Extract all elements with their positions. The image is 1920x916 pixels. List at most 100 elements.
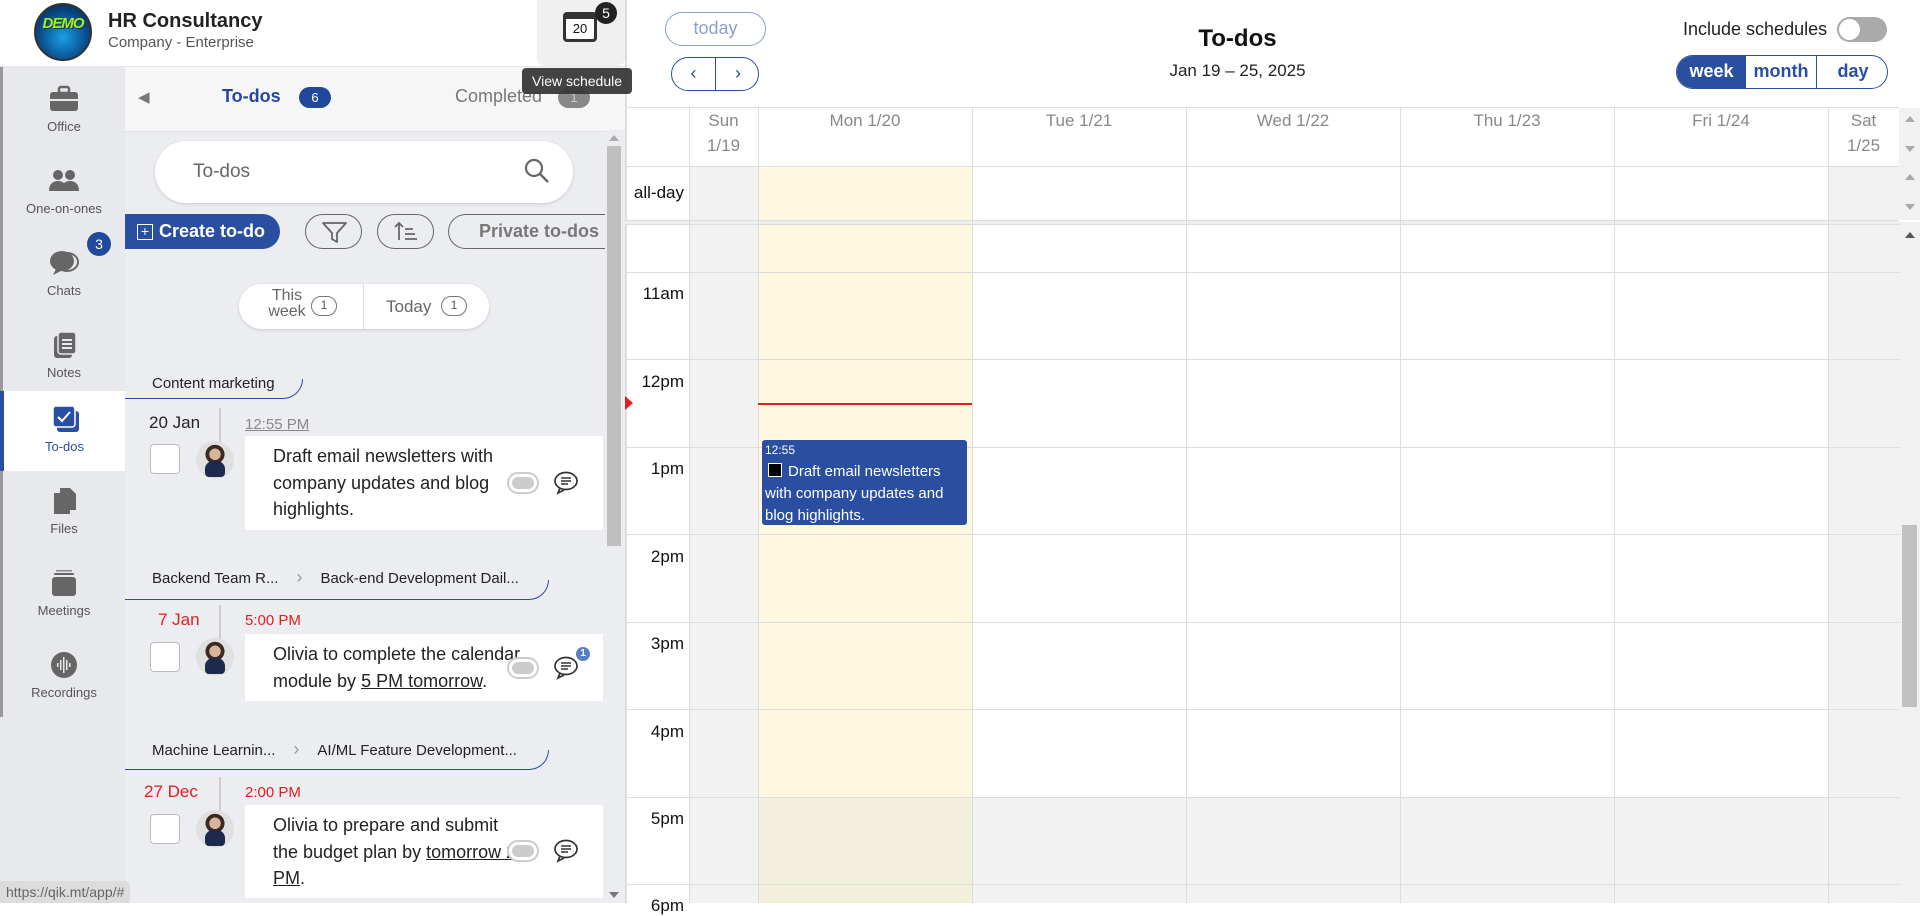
day-header-sun[interactable]: Sun 1/19 bbox=[689, 108, 758, 158]
todo-time[interactable]: 5:00 PM bbox=[245, 612, 301, 629]
comment-icon[interactable] bbox=[553, 471, 579, 495]
grid-line bbox=[1400, 107, 1401, 903]
day-header-wed[interactable]: Wed 1/22 bbox=[1186, 108, 1400, 133]
day-header-tue[interactable]: Tue 1/21 bbox=[972, 108, 1186, 133]
tab-todos[interactable]: To-dos bbox=[222, 86, 281, 107]
search-input[interactable]: To-dos bbox=[155, 141, 573, 203]
scroll-up-icon[interactable] bbox=[1905, 232, 1915, 238]
day-header-fri[interactable]: Fri 1/24 bbox=[1614, 108, 1828, 133]
avatar bbox=[196, 441, 234, 479]
private-todos-button[interactable]: Private to-dos bbox=[448, 214, 608, 249]
today-column-offhours bbox=[758, 797, 972, 903]
rail-label: Meetings bbox=[37, 603, 91, 618]
event-checkbox-icon[interactable] bbox=[768, 463, 782, 477]
create-todo-button[interactable]: + Create to-do bbox=[125, 214, 280, 249]
saturday-column bbox=[1828, 167, 1899, 903]
day-header-sat[interactable]: Sat 1/25 bbox=[1828, 108, 1899, 158]
group-name: Backend Team R... bbox=[152, 570, 279, 587]
rail-item-one-on-ones[interactable]: One-on-ones bbox=[3, 153, 125, 235]
today-label: Today bbox=[386, 297, 432, 316]
prev-week-button[interactable]: ‹ bbox=[672, 58, 716, 90]
plus-icon: + bbox=[137, 224, 153, 240]
scroll-up-icon[interactable] bbox=[609, 135, 619, 141]
list-scrollbar[interactable] bbox=[605, 130, 623, 903]
divider bbox=[219, 777, 221, 812]
hour-label: 2pm bbox=[650, 547, 684, 566]
day-header-mon[interactable]: Mon 1/20 bbox=[758, 108, 972, 133]
search-placeholder: To-dos bbox=[193, 161, 251, 182]
rail-item-todos[interactable]: To-dos bbox=[0, 391, 125, 471]
day-header-thu[interactable]: Thu 1/23 bbox=[1400, 108, 1614, 133]
calendar-date-range: Jan 19 – 25, 2025 bbox=[1169, 61, 1306, 80]
filter-button[interactable] bbox=[305, 214, 362, 249]
search-icon[interactable] bbox=[523, 157, 551, 185]
todo-text-end: . bbox=[482, 670, 488, 691]
rail-label: Notes bbox=[47, 365, 81, 380]
sort-button[interactable] bbox=[377, 214, 434, 249]
day-name: Wed 1/22 bbox=[1256, 111, 1330, 130]
rail-label: One-on-ones bbox=[26, 201, 102, 216]
rail-item-notes[interactable]: Notes bbox=[3, 317, 125, 399]
period-filter: This week 1 Today 1 bbox=[239, 284, 489, 329]
scroll-up-icon[interactable] bbox=[1905, 174, 1915, 180]
chats-badge: 3 bbox=[87, 232, 111, 256]
todo-date: 7 Jan bbox=[158, 610, 200, 629]
rail-item-files[interactable]: Files bbox=[3, 473, 125, 555]
comment-count-badge: 1 bbox=[576, 647, 590, 661]
comment-icon[interactable] bbox=[553, 839, 579, 863]
scroll-down-icon[interactable] bbox=[609, 892, 619, 898]
briefcase-icon bbox=[50, 85, 78, 111]
todo-card[interactable]: Draft email newsletters with company upd… bbox=[245, 436, 603, 530]
list-scroll-thumb[interactable] bbox=[607, 146, 621, 546]
rail-item-recordings[interactable]: Recordings bbox=[3, 637, 125, 719]
todo-time[interactable]: 2:00 PM bbox=[245, 784, 301, 801]
todo-toggle[interactable] bbox=[507, 657, 539, 679]
group-breadcrumb[interactable]: Machine Learnin... › AI/ML Feature Develop… bbox=[152, 739, 517, 760]
todo-toggle[interactable] bbox=[507, 840, 539, 862]
group-breadcrumb[interactable]: Backend Team R... › Back-end Development D… bbox=[152, 567, 519, 588]
todo-card[interactable]: Olivia to complete the calendar module b… bbox=[245, 634, 603, 701]
company-logo[interactable]: DEMO bbox=[34, 3, 92, 61]
day-name: Fri 1/24 bbox=[1692, 111, 1750, 130]
todo-time[interactable]: 12:55 PM bbox=[245, 416, 309, 433]
filter-today[interactable]: Today 1 bbox=[364, 284, 489, 329]
todo-text: Olivia to complete the calendar module b… bbox=[273, 641, 523, 694]
calendar-scrollbar[interactable] bbox=[1899, 222, 1920, 903]
hour-grid-line bbox=[625, 709, 1899, 710]
view-month-button[interactable]: month bbox=[1746, 56, 1817, 88]
include-schedules-toggle[interactable] bbox=[1837, 17, 1887, 42]
comment-icon[interactable] bbox=[553, 656, 579, 680]
calendar-event[interactable]: 12:55 Draft email newsletters with compa… bbox=[762, 440, 967, 525]
todo-checkbox[interactable] bbox=[150, 814, 180, 844]
collapse-panel-icon[interactable]: ◀ bbox=[138, 88, 150, 106]
rail-item-office[interactable]: Office bbox=[3, 71, 125, 153]
todo-checkbox[interactable] bbox=[150, 642, 180, 672]
group-breadcrumb[interactable]: Content marketing bbox=[152, 375, 275, 392]
this-week-count: 1 bbox=[311, 296, 337, 316]
calendar-icon: 20 bbox=[563, 12, 597, 42]
today-button[interactable]: today bbox=[665, 12, 766, 46]
view-switcher: week month day bbox=[1676, 55, 1888, 89]
todo-checkbox[interactable] bbox=[150, 444, 180, 474]
calendar-day: 20 bbox=[572, 21, 588, 36]
rail-label: Recordings bbox=[31, 685, 97, 700]
next-week-button[interactable]: › bbox=[716, 58, 760, 90]
calendar-scroll-thumb[interactable] bbox=[1902, 525, 1917, 707]
rail-item-meetings[interactable]: Meetings bbox=[3, 555, 125, 637]
view-schedule-button[interactable]: 20 5 bbox=[537, 0, 625, 66]
hour-grid-line bbox=[625, 272, 1899, 273]
scroll-down-icon[interactable] bbox=[1905, 204, 1915, 210]
filter-this-week[interactable]: This week 1 bbox=[239, 284, 364, 329]
view-day-button[interactable]: day bbox=[1817, 56, 1887, 88]
rail-label: Files bbox=[50, 521, 78, 536]
scroll-down-icon[interactable] bbox=[1905, 146, 1915, 152]
company-header: DEMO HR Consultancy Company - Enterprise bbox=[0, 0, 625, 67]
due-link[interactable]: 5 PM tomorrow bbox=[361, 671, 482, 691]
hour-grid-line bbox=[625, 797, 1899, 798]
todo-toggle[interactable] bbox=[507, 472, 539, 494]
view-week-button[interactable]: week bbox=[1677, 56, 1746, 88]
scroll-up-icon[interactable] bbox=[1905, 116, 1915, 122]
allday-scrollbar[interactable] bbox=[1899, 108, 1920, 220]
todo-card[interactable]: Olivia to prepare and submit the budget … bbox=[245, 805, 603, 898]
hour-grid-line bbox=[625, 534, 1899, 535]
